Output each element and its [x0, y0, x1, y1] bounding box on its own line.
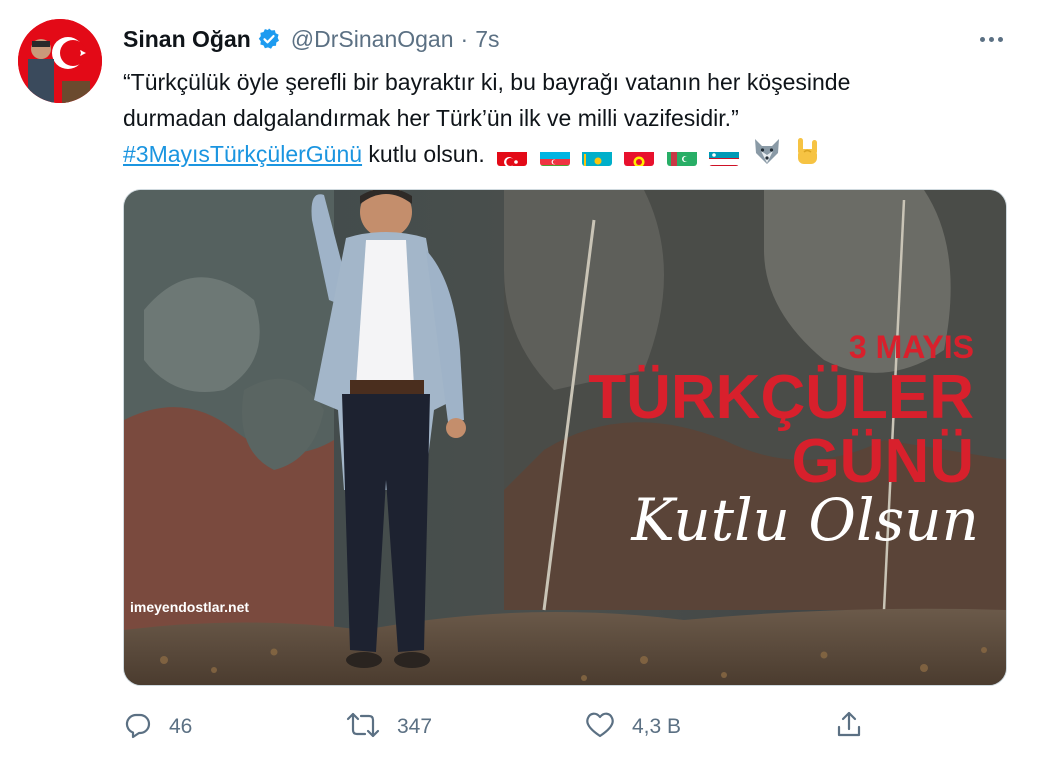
flag-turkey-icon [497, 146, 528, 166]
retweet-count: 347 [397, 715, 433, 738]
wolf-emoji-icon [752, 137, 782, 175]
banner-text-3-mayis: 3 MAYIS [849, 329, 974, 365]
flag-uzbekistan-icon [709, 146, 740, 166]
more-dot-icon [988, 36, 994, 42]
separator-dot: · [460, 25, 469, 52]
tweet-actions: 46 347 4,3 B [0, 705, 1042, 749]
hashtag-link[interactable]: #3MayısTürkçülerGünü [123, 141, 362, 167]
tweet-text-line-3: #3MayısTürkçülerGünü kutlu olsun. [123, 136, 983, 176]
more-dot-icon [979, 36, 985, 42]
banner-script-text: Kutlu Olsun [630, 486, 979, 554]
tweet-time[interactable]: 7s [475, 26, 499, 53]
tweet-text-line-2: durmadan dalgalandırmak her Türk’ün ilk … [123, 105, 739, 131]
like-count: 4,3 B [632, 715, 682, 738]
watermark-text: imeyendostlar.net [130, 599, 249, 615]
reply-icon [123, 710, 153, 745]
tweet-text: “Türkçülük öyle şerefli bir bayraktır ki… [123, 64, 983, 176]
reply-count: 46 [169, 715, 193, 738]
tweet-header: Sinan Oğan @DrSinanOgan · 7s [123, 24, 499, 54]
verified-badge-icon [257, 27, 281, 51]
tweet-text-suffix: kutlu olsun. [362, 141, 485, 168]
heart-icon [584, 710, 616, 745]
flag-azerbaijan-icon [539, 146, 570, 166]
like-button[interactable]: 4,3 B [584, 705, 681, 749]
share-icon [834, 710, 864, 745]
author-handle[interactable]: @DrSinanOgan [291, 26, 454, 53]
flag-turkmenistan-icon [666, 146, 697, 166]
rock-on-hand-emoji-icon [794, 136, 820, 176]
retweet-icon [345, 710, 381, 745]
banner-text-turkculer: TÜRKÇÜLER [588, 363, 974, 432]
tweet-media-image[interactable]: 3 MAYIS TÜRKÇÜLER GÜNÜ Kutlu Olsun imeye… [123, 189, 1007, 686]
share-button[interactable] [834, 705, 864, 749]
flag-kazakhstan-icon [581, 146, 612, 166]
author-avatar[interactable] [18, 19, 102, 103]
tweet-text-line-1: “Türkçülük öyle şerefli bir bayraktır ki… [123, 69, 851, 95]
reply-button[interactable]: 46 [123, 705, 192, 749]
more-dot-icon [997, 36, 1003, 42]
more-options-button[interactable] [972, 24, 1010, 54]
flag-kyrgyzstan-icon [624, 146, 655, 166]
retweet-button[interactable]: 347 [345, 705, 432, 749]
author-name[interactable]: Sinan Oğan [123, 26, 251, 53]
